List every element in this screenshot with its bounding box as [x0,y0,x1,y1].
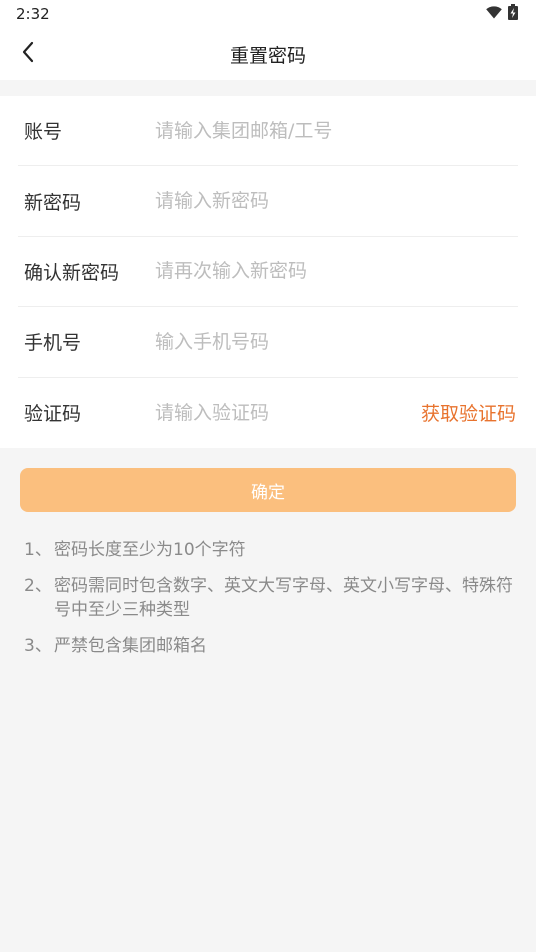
status-bar: 2:32 [0,0,536,28]
confirm-password-input[interactable] [155,260,518,283]
new-password-row: 新密码 [18,166,518,237]
chevron-left-icon [21,41,35,67]
back-button[interactable] [10,36,46,72]
new-password-input[interactable] [155,190,518,213]
reset-password-form: 账号 新密码 确认新密码 手机号 验证码 获取验证码 [0,96,536,448]
battery-charging-icon [508,4,518,24]
rule-number: 3、 [24,636,52,656]
rule-item: 1、 密码长度至少为10个字符 [24,538,514,562]
confirm-password-label: 确认新密码 [24,261,120,284]
status-time: 2:32 [16,5,50,23]
verification-code-input[interactable] [155,401,421,424]
verification-code-row: 验证码 获取验证码 [18,378,518,448]
wifi-icon [486,5,502,23]
rule-text: 严禁包含集团邮箱名 [54,636,207,656]
password-rules: 1、 密码长度至少为10个字符 2、 密码需同时包含数字、英文大写字母、英文小写… [0,512,536,658]
confirm-wrapper: 确定 [0,448,536,512]
phone-input[interactable] [155,330,518,353]
rule-number: 1、 [24,540,52,560]
account-row: 账号 [18,96,518,167]
get-code-button[interactable]: 获取验证码 [421,399,518,426]
rule-number: 2、 [24,576,52,596]
new-password-label: 新密码 [24,191,82,214]
rule-item: 2、 密码需同时包含数字、英文大写字母、英文小写字母、特殊符号中至少三种类型 [24,574,514,622]
confirm-password-row: 确认新密码 [18,237,518,308]
app-bar: 重置密码 [0,28,536,80]
phone-row: 手机号 [18,307,518,378]
verification-code-label: 验证码 [24,403,82,426]
page-title: 重置密码 [229,44,306,67]
phone-label: 手机号 [24,332,82,355]
rule-text: 密码长度至少为10个字符 [54,540,246,560]
status-icons [486,4,518,24]
account-input[interactable] [155,119,518,142]
account-label: 账号 [24,121,63,144]
rule-text: 密码需同时包含数字、英文大写字母、英文小写字母、特殊符号中至少三种类型 [54,576,513,620]
rule-item: 3、 严禁包含集团邮箱名 [24,634,514,658]
confirm-button[interactable]: 确定 [20,468,516,512]
